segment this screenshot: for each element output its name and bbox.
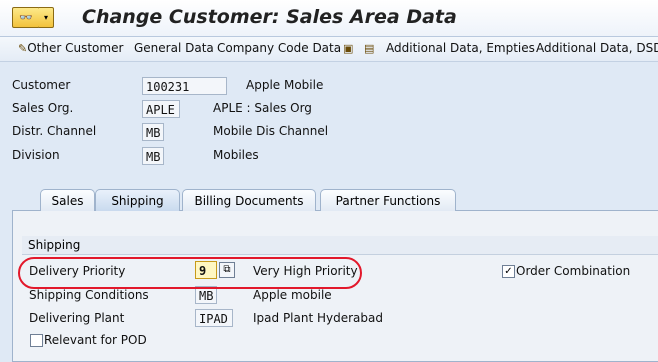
- relevant-for-pod-label: Relevant for POD: [44, 333, 147, 347]
- general-data-button[interactable]: General Data: [134, 41, 214, 55]
- division-label: Division: [12, 148, 60, 162]
- other-customer-label: Other Customer: [27, 41, 124, 55]
- delivering-plant-description: Ipad Plant Hyderabad: [253, 311, 383, 325]
- relevant-for-pod-checkbox[interactable]: [30, 334, 43, 347]
- customer-label: Customer: [12, 78, 71, 92]
- division-field[interactable]: MB: [142, 147, 164, 165]
- customer-field[interactable]: 100231: [142, 77, 227, 95]
- distr-channel-field[interactable]: MB: [142, 123, 164, 141]
- delivering-plant-label: Delivering Plant: [29, 311, 125, 325]
- additional-data-empties-button[interactable]: Additional Data, Empties: [386, 41, 535, 55]
- page-title: Change Customer: Sales Area Data: [82, 6, 457, 28]
- tab-shipping[interactable]: Shipping: [95, 189, 180, 211]
- delivery-priority-field[interactable]: 9: [195, 261, 217, 279]
- search-help-icon[interactable]: ⧉: [219, 262, 235, 278]
- sales-org-field[interactable]: APLE: [142, 100, 180, 118]
- save-icon[interactable]: ▣: [343, 41, 353, 55]
- order-combination-label: Order Combination: [516, 264, 631, 278]
- shipping-group-header: [22, 236, 658, 255]
- shipping-conditions-field[interactable]: MB: [195, 286, 217, 304]
- shipping-conditions-label: Shipping Conditions: [29, 288, 149, 302]
- other-customer-button[interactable]: ✎Other Customer: [18, 41, 123, 55]
- tab-sales[interactable]: Sales: [40, 189, 95, 211]
- distr-channel-description: Mobile Dis Channel: [213, 124, 329, 138]
- tab-billing-documents[interactable]: Billing Documents: [182, 189, 316, 211]
- division-description: Mobiles: [213, 148, 259, 162]
- document-icon[interactable]: ▤: [364, 41, 374, 55]
- shipping-group-title: Shipping: [28, 238, 81, 252]
- title-bar: 👓 ▾ Change Customer: Sales Area Data: [0, 0, 658, 37]
- sales-org-description: APLE : Sales Org: [213, 101, 312, 115]
- order-combination-checkbox[interactable]: ✓: [502, 265, 515, 278]
- delivering-plant-field[interactable]: IPAD: [195, 309, 233, 327]
- additional-data-dsd-button[interactable]: Additional Data, DSD: [536, 41, 658, 55]
- display-change-icon: ✎: [18, 42, 28, 55]
- customer-description: Apple Mobile: [246, 78, 324, 92]
- company-code-data-button[interactable]: Company Code Data: [217, 41, 341, 55]
- distr-channel-label: Distr. Channel: [12, 124, 97, 138]
- application-toolbar: ✎Other Customer General Data Company Cod…: [0, 37, 658, 62]
- glasses-menu-icon[interactable]: 👓: [12, 7, 40, 28]
- delivery-priority-label: Delivery Priority: [29, 264, 126, 278]
- menu-dropdown-icon[interactable]: ▾: [39, 7, 54, 28]
- shipping-conditions-description: Apple mobile: [253, 288, 332, 302]
- sales-org-label: Sales Org.: [12, 101, 74, 115]
- delivery-priority-description: Very High Priority: [253, 264, 358, 278]
- tab-partner-functions[interactable]: Partner Functions: [320, 189, 456, 211]
